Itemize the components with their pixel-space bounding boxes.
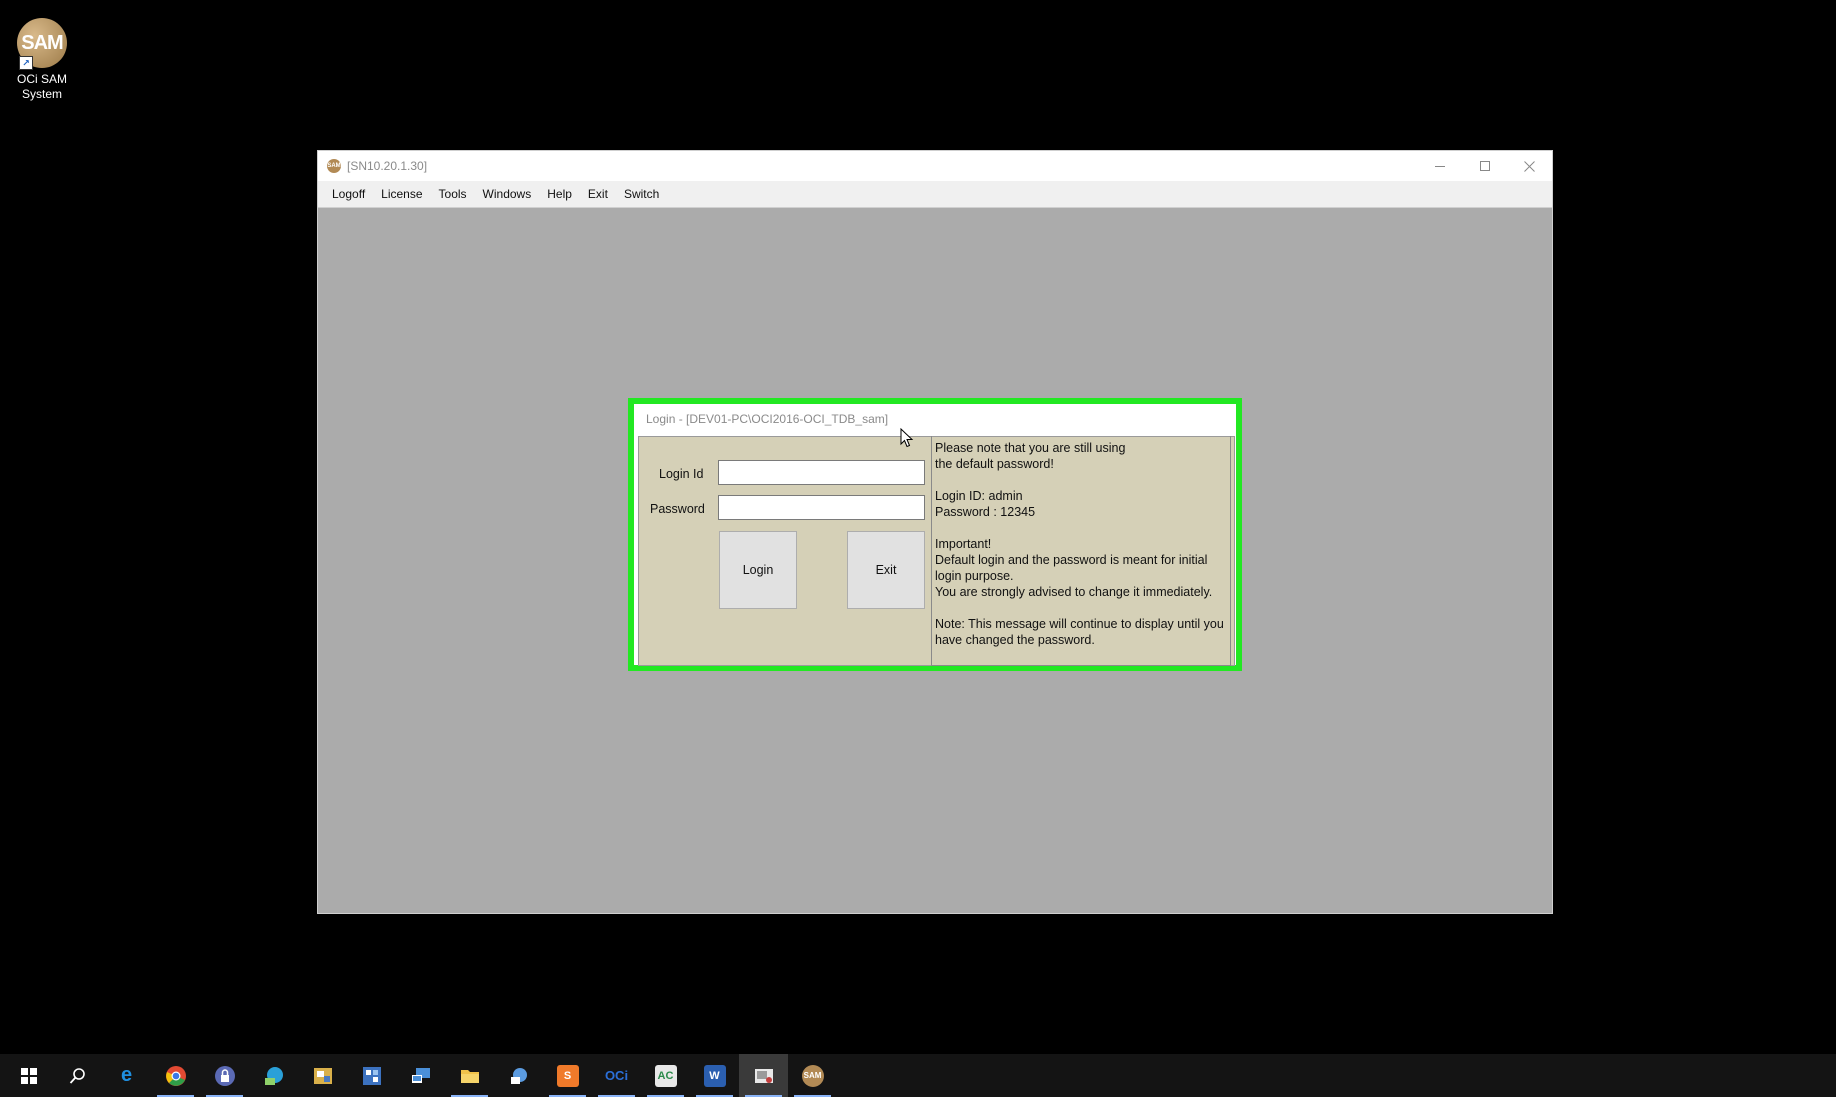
menu-tools[interactable]: Tools (431, 187, 475, 201)
menu-license[interactable]: License (373, 187, 430, 201)
notice-important-text: You are strongly advised to change it im… (935, 585, 1213, 599)
notice-important-heading: Important! (935, 537, 992, 551)
login-dialog: Login - [DEV01-PC\OCI2016-OCI_TDB_sam] L… (628, 398, 1242, 671)
edge-icon: e (120, 1064, 133, 1086)
network-monitor-icon (362, 1066, 381, 1085)
menu-exit[interactable]: Exit (580, 187, 616, 201)
desktop-icon-label: OCi SAM System (16, 72, 67, 101)
menu-logoff[interactable]: Logoff (324, 187, 373, 201)
minimize-button[interactable] (1417, 151, 1462, 181)
file-explorer-icon (460, 1069, 479, 1083)
login-id-input[interactable] (718, 460, 925, 485)
notice-line: Please note that you are still using (935, 441, 1126, 455)
app-icon: SAM (327, 159, 341, 173)
dialog-body: Login Id Password Login Exit Please note… (638, 436, 1235, 666)
ac-icon: AC (654, 1064, 677, 1087)
taskbar-word[interactable]: W (690, 1054, 739, 1097)
password-label: Password (650, 502, 705, 516)
taskbar-network[interactable] (249, 1054, 298, 1097)
oci-icon: OCi (604, 1068, 629, 1083)
close-icon (1524, 160, 1535, 172)
dialog-title[interactable]: Login - [DEV01-PC\OCI2016-OCI_TDB_sam] (634, 404, 1236, 434)
menu-help[interactable]: Help (539, 187, 580, 201)
window-title: [SN10.20.1.30] (347, 159, 428, 173)
password-input[interactable] (718, 495, 925, 520)
taskbar-remote-desktop[interactable] (396, 1054, 445, 1097)
taskbar-app-globe[interactable] (494, 1054, 543, 1097)
taskbar-chrome[interactable] (151, 1054, 200, 1097)
windows-start-icon (20, 1067, 37, 1084)
explorer-tools-icon (313, 1067, 332, 1084)
search-icon (69, 1067, 85, 1084)
chrome-icon (165, 1065, 186, 1086)
sam-logo-icon: SAM ↗ (17, 18, 67, 70)
app-globe-icon (510, 1067, 527, 1084)
default-password-notice: Please note that you are still using the… (931, 436, 1231, 666)
close-button[interactable] (1507, 151, 1552, 181)
menu-switch[interactable]: Switch (616, 187, 667, 201)
desktop-icon-oci-sam-system[interactable]: SAM ↗ OCi SAM System (8, 18, 76, 102)
exit-button[interactable]: Exit (847, 531, 925, 609)
taskbar-ac[interactable]: AC (641, 1054, 690, 1097)
menu-windows[interactable]: Windows (475, 187, 540, 201)
taskbar-sublime[interactable]: S (543, 1054, 592, 1097)
taskbar-keepass[interactable] (200, 1054, 249, 1097)
menu-bar: Logoff License Tools Windows Help Exit S… (318, 181, 1552, 208)
notice-note: Note: This message will continue to disp… (935, 617, 1224, 647)
word-icon: W (703, 1064, 726, 1087)
maximize-button[interactable] (1462, 151, 1507, 181)
login-button[interactable]: Login (719, 531, 797, 609)
network-icon (264, 1066, 283, 1085)
notice-password: Password : 12345 (935, 505, 1036, 519)
shortcut-arrow-icon: ↗ (19, 56, 33, 70)
taskbar-oci[interactable]: OCi (592, 1054, 641, 1097)
sublime-icon: S (556, 1064, 579, 1087)
taskbar-sam[interactable]: SAM (788, 1054, 837, 1097)
mouse-cursor-icon (900, 428, 914, 448)
notice-line: the default password! (935, 457, 1054, 471)
taskbar-file-explorer[interactable] (445, 1054, 494, 1097)
window-titlebar[interactable]: SAM [SN10.20.1.30] (318, 151, 1552, 181)
taskbar-snipping[interactable] (739, 1054, 788, 1097)
start-button[interactable] (4, 1054, 53, 1097)
notice-important-text: Default login and the password is meant … (935, 553, 1208, 583)
search-button[interactable] (53, 1054, 102, 1097)
remote-desktop-icon (411, 1067, 430, 1083)
notice-login-id: Login ID: admin (935, 489, 1023, 503)
snipping-icon (754, 1068, 773, 1083)
taskbar-network-monitor[interactable] (347, 1054, 396, 1097)
taskbar-explorer-tools[interactable] (298, 1054, 347, 1097)
login-id-label: Login Id (659, 467, 704, 481)
taskbar-edge[interactable]: e (102, 1054, 151, 1097)
taskbar: e S OCi AC W SAM (0, 1054, 1836, 1097)
sam-icon: SAM (801, 1064, 824, 1087)
keepass-icon (214, 1065, 235, 1086)
